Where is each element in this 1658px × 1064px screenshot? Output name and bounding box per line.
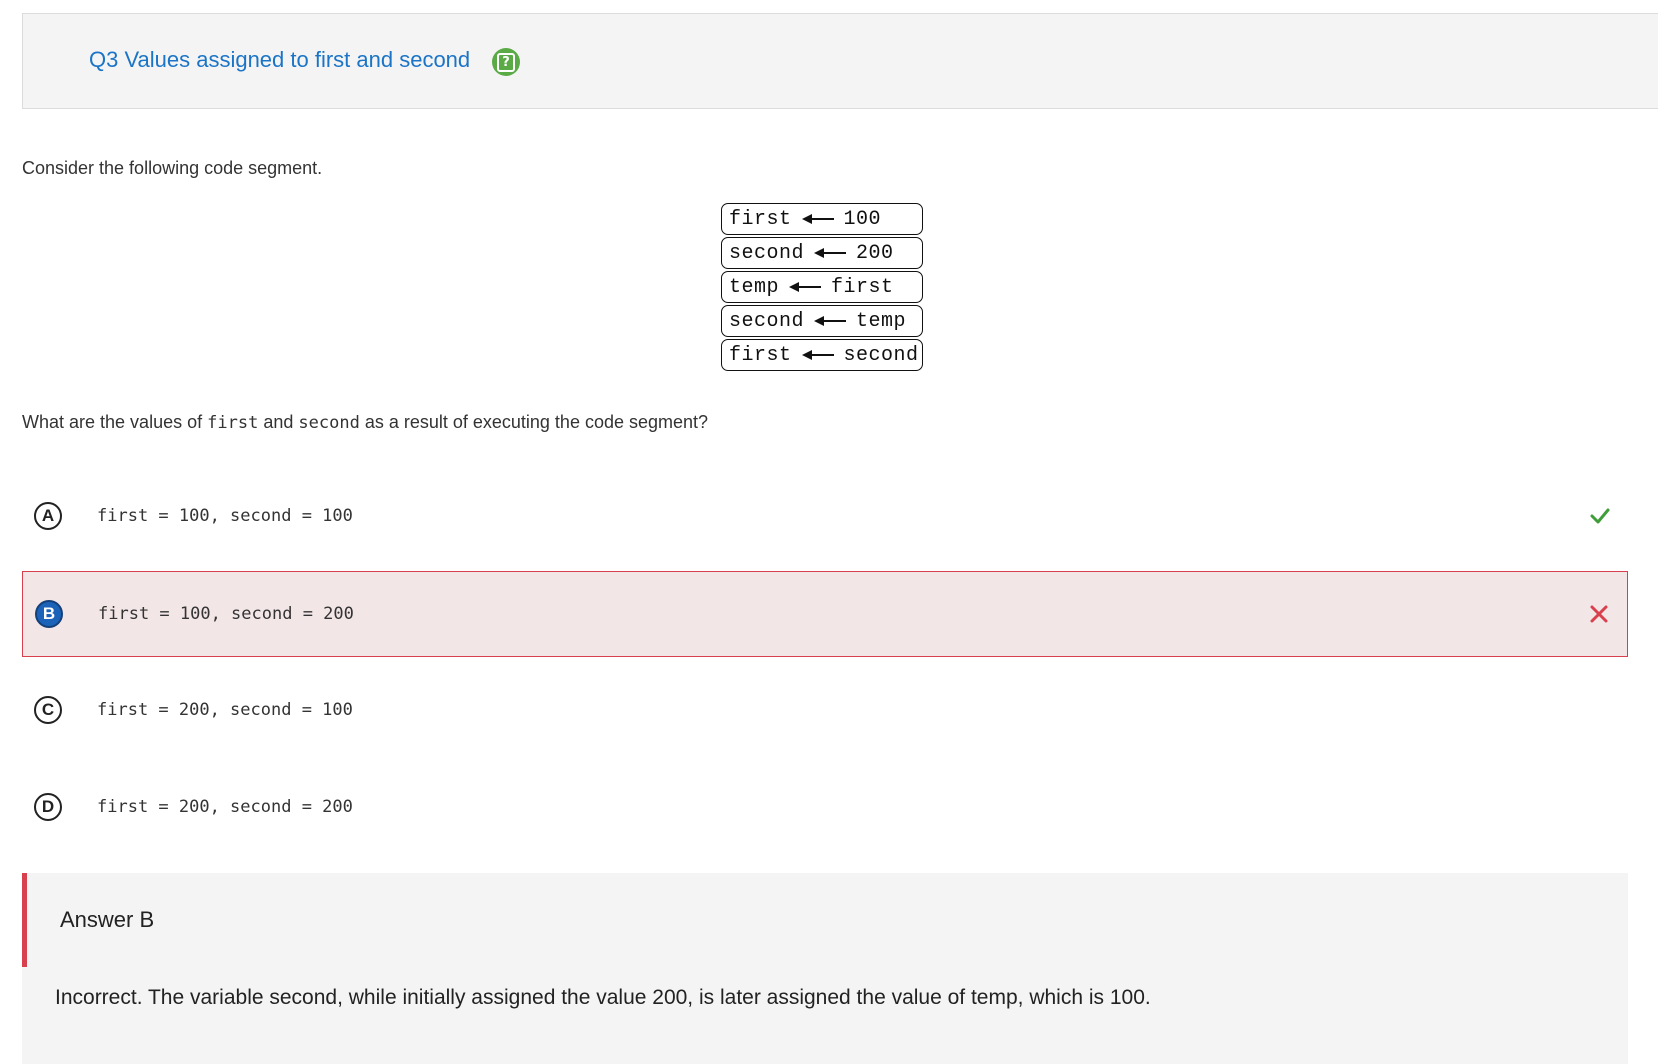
option-b[interactable]: B first = 100, second = 200 — [22, 571, 1628, 657]
checkmark-icon — [1590, 508, 1610, 524]
code-line: second 200 — [721, 237, 923, 269]
question-title: Q3 Values assigned to first and second — [89, 47, 471, 72]
inline-code-first: first — [207, 413, 259, 433]
prompt-text: Consider the following code segment. — [22, 158, 323, 178]
left-arrow-icon — [814, 248, 847, 258]
code-line: first second — [721, 339, 923, 371]
help-question-icon[interactable]: ? — [492, 48, 520, 76]
option-letter-badge[interactable]: A — [34, 502, 62, 530]
code-segment: first 100 second 200 temp first second temp … — [721, 203, 923, 373]
option-text: first = 100, second = 200 — [98, 604, 354, 624]
inline-code-second: second — [298, 413, 360, 433]
left-arrow-icon — [801, 350, 834, 360]
option-a[interactable]: A first = 100, second = 100 — [22, 474, 1628, 560]
question-text: What are the values of first and second … — [22, 412, 709, 433]
left-arrow-icon — [789, 282, 822, 292]
option-d[interactable]: D first = 200, second = 200 — [22, 765, 1628, 851]
answer-title: Answer B — [60, 907, 155, 932]
close-x-icon — [1590, 605, 1608, 623]
option-letter-badge[interactable]: D — [34, 793, 62, 821]
option-text: first = 100, second = 100 — [97, 506, 353, 526]
left-arrow-icon — [801, 214, 834, 224]
option-letter-badge[interactable]: C — [34, 696, 62, 724]
answer-explanation: Incorrect. The variable second, while in… — [55, 986, 1151, 1009]
code-line: temp first — [721, 271, 923, 303]
page: Q3 Values assigned to first and second ?… — [0, 0, 1658, 1064]
left-arrow-icon — [814, 316, 847, 326]
code-line: second temp — [721, 305, 923, 337]
question-header: Q3 Values assigned to first and second ? — [22, 13, 1658, 109]
code-line: first 100 — [721, 203, 923, 235]
option-text: first = 200, second = 200 — [97, 797, 353, 817]
option-c[interactable]: C first = 200, second = 100 — [22, 668, 1628, 754]
option-text: first = 200, second = 100 — [97, 700, 353, 720]
answer-status-bar — [22, 873, 27, 967]
option-letter-badge[interactable]: B — [35, 600, 63, 628]
answer-feedback-panel: Answer B Incorrect. The variable second,… — [22, 873, 1628, 1064]
